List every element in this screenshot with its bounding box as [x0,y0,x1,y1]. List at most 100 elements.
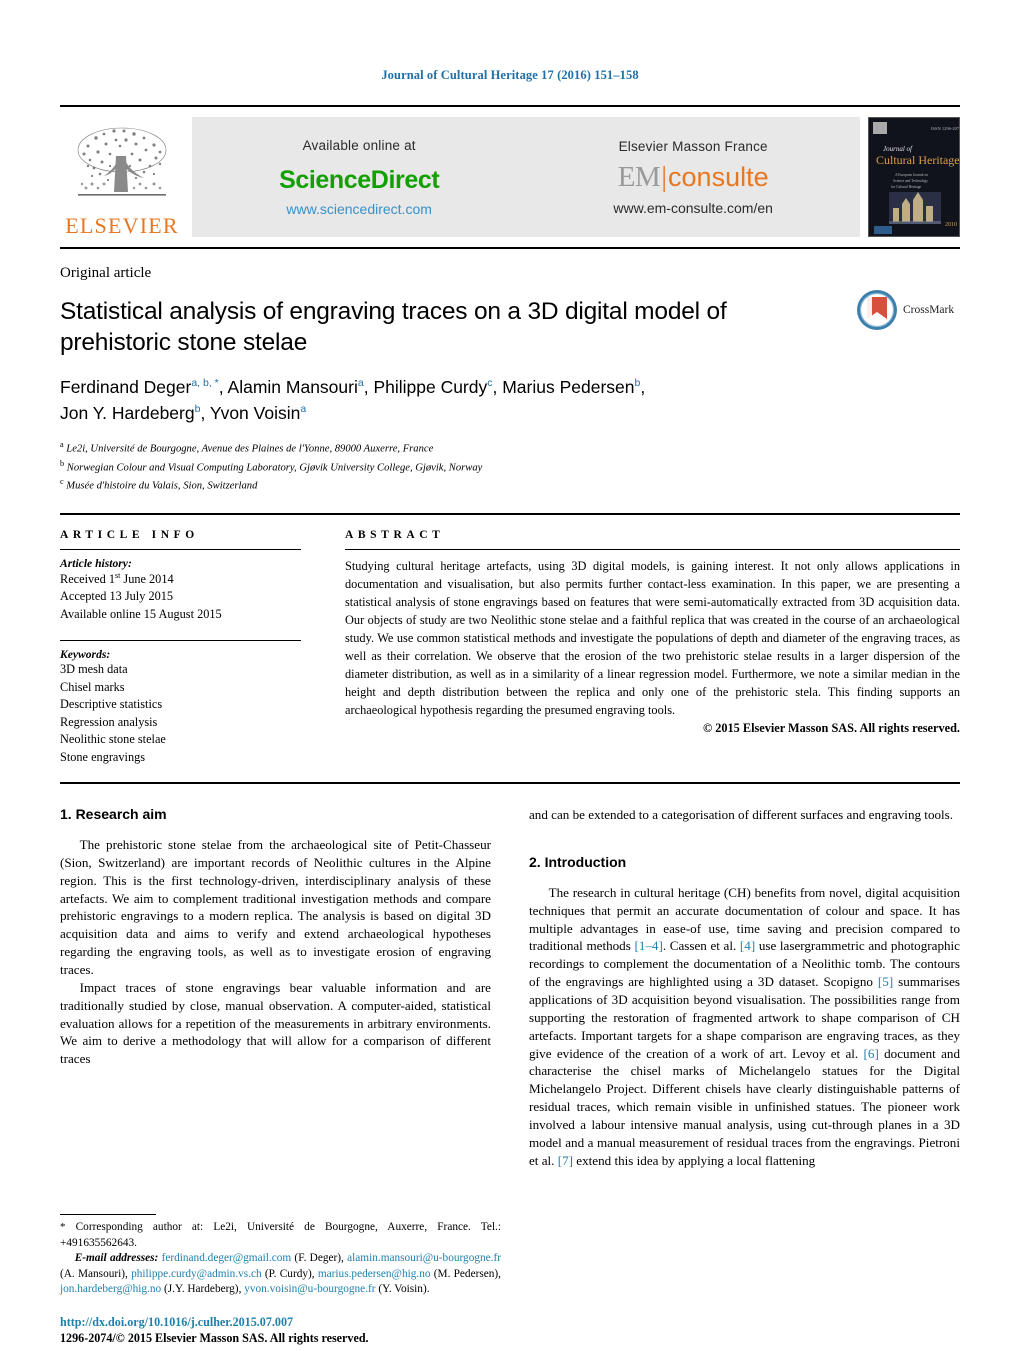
article-info-heading: ARTICLE INFO [60,528,199,541]
abstract-copyright: © 2015 Elsevier Masson SAS. All rights r… [702,720,960,735]
svg-text:A European Journal on: A European Journal on [895,173,928,177]
divider [60,548,301,550]
article-type: Original article [60,265,152,281]
body-column-right: and can be extended to a categorisation … [529,806,960,1346]
email-link[interactable]: yvon.voisin@u-bourgogne.fr [244,1283,375,1295]
affiliation-text: Musée d'histoire du Valais, Sion, Switze… [66,480,258,492]
svg-text:Science and Technology: Science and Technology [893,179,928,183]
citation-ref[interactable]: [6] [864,1046,879,1061]
crossmark-icon [857,290,897,330]
keywords-block: Keywords: 3D mesh data Chisel marks Desc… [60,640,301,766]
author-affil-mark: a, b, * [191,377,219,390]
svg-text:ISSN 1296-2074: ISSN 1296-2074 [931,126,960,131]
author-name: Philippe Curdy [373,377,488,398]
affiliation-text: Norwegian Colour and Visual Computing La… [66,462,483,474]
body-column-left: 1. Research aim The prehistoric stone st… [60,806,501,1346]
footnote-rule [60,1214,156,1216]
abstract-column: ABSTRACT Studying cultural heritage arte… [325,529,960,766]
author-list: Ferdinand Degera, b, *, Alamin Mansouria… [60,375,820,426]
keywords-label: Keywords: [60,648,111,662]
elsevier-masson-label: Elsevier Masson France [618,138,768,154]
author-affil-mark: b [194,402,201,415]
section-heading-introduction: 2. Introduction [529,853,627,870]
author-affil-mark: a [357,377,364,390]
history-accepted: Accepted 13 July 2015 [60,589,174,604]
availability-banner: Available online at ScienceDirect www.sc… [192,117,860,237]
article-history-label: Article history: [60,556,132,570]
corresponding-author-text: Corresponding author at: Le2i, Universit… [60,1221,501,1249]
email-link[interactable]: marius.pedersen@hig.no [318,1268,431,1280]
abstract-heading: ABSTRACT [345,528,445,541]
paper-page: Journal of Cultural Heritage 17 (2016) 1… [0,0,1020,1351]
email-link[interactable]: jon.hardeberg@hig.no [60,1283,161,1295]
cover-year: 2010 [945,222,957,228]
affiliation-mark: a [60,439,64,449]
corresponding-author-note: * Corresponding author at: Le2i, Univers… [60,1220,501,1251]
keyword-item: Chisel marks [60,679,125,694]
title-block: Original article Statistical analysis of… [60,265,960,495]
article-info-column: ARTICLE INFO Article history: Received 1… [60,529,325,766]
crossmark-badge[interactable]: CrossMark [856,287,960,333]
body-columns: 1. Research aim The prehistoric stone st… [60,782,960,1346]
affiliation-mark: c [60,477,64,487]
author-name: Yvon Voisin [209,402,301,423]
keyword-item: Regression analysis [60,714,158,729]
journal-cover-image: ISSN 1296-2074 Journal of Cultural Herit… [869,118,960,236]
svg-text:Cultural Heritage: Cultural Heritage [876,153,960,167]
svg-text:for Cultural Heritage: for Cultural Heritage [891,185,922,189]
section-heading-research-aim: 1. Research aim [60,806,167,823]
crossmark-label: CrossMark [903,304,955,316]
affiliation-mark: b [60,458,65,468]
author-affil-mark: c [487,377,493,390]
running-head: Journal of Cultural Heritage 17 (2016) 1… [381,68,639,82]
keyword-item: 3D mesh data [60,662,128,677]
elsevier-wordmark: ELSEVIER [65,213,179,238]
email-addresses: E-mail addresses: ferdinand.deger@gmail.… [60,1252,502,1296]
email-link[interactable]: ferdinand.deger@gmail.com [162,1252,292,1264]
elsevier-tree-icon [77,127,167,196]
emconsulte-wordmark: EM|consulte [613,160,773,193]
divider [345,548,960,550]
masthead: ELSEVIER Available online at ScienceDire… [60,105,960,249]
doi-link[interactable]: http://dx.doi.org/10.1016/j.culher.2015.… [60,1315,501,1330]
author-name: Ferdinand Deger [60,377,192,398]
abstract-text: Studying cultural heritage artefacts, us… [345,558,960,717]
emconsulte-block: Elsevier Masson France EM|consulte www.e… [605,139,781,216]
masthead-bottom-rule [60,247,960,249]
sciencedirect-wordmark: ScienceDirect [279,165,440,194]
affiliation-item: b Norwegian Colour and Visual Computing … [60,458,960,477]
emconsulte-url[interactable]: www.em-consulte.com/en [613,200,773,216]
paragraph: The prehistoric stone stelae from the ar… [60,837,491,978]
history-available: Available online 15 August 2015 [60,606,222,621]
email-label: E-mail addresses: [74,1252,159,1265]
elsevier-logo: ELSEVIER [60,117,184,237]
footnote-block: * Corresponding author at: Le2i, Univers… [60,1214,501,1346]
journal-cover-thumbnail: ISSN 1296-2074 Journal of Cultural Herit… [868,117,960,237]
divider [60,640,301,642]
issn-copyright: 1296-2074/© 2015 Elsevier Masson SAS. Al… [60,1331,369,1346]
email-link[interactable]: philippe.curdy@admin.vs.ch [131,1268,262,1280]
em-text: EM [617,160,661,193]
citation-ref[interactable]: [5] [878,974,893,989]
author-affil-mark: a [300,402,307,415]
history-received: Received 1st June 2014 [60,570,174,586]
author-name: Alamin Mansouri [227,377,358,398]
author-name: Marius Pedersen [502,377,635,398]
keyword-item: Stone engravings [60,749,146,764]
email-link[interactable]: alamin.mansouri@u-bourgogne.fr [347,1252,501,1264]
em-divider-icon: | [661,160,668,193]
citation-ref[interactable]: [4] [740,938,755,953]
page-title: Statistical analysis of engraving traces… [60,298,727,357]
svg-text:Journal of: Journal of [883,145,913,153]
consulte-text: consulte [668,161,769,192]
available-online-label: Available online at [302,137,416,153]
citation-ref[interactable]: [7] [558,1153,573,1168]
affiliation-item: c Musée d'histoire du Valais, Sion, Swit… [60,476,960,495]
paragraph: The research in cultural heritage (CH) b… [529,884,960,1168]
keyword-item: Neolithic stone stelae [60,732,166,747]
affiliation-list: a Le2i, Université de Bourgogne, Avenue … [60,439,960,495]
author-name: Jon Y. Hardeberg [60,402,195,423]
paragraph: and can be extended to a categorisation … [529,807,954,823]
citation-ref[interactable]: [1–4] [634,938,662,953]
sciencedirect-url[interactable]: www.sciencedirect.com [279,201,439,217]
